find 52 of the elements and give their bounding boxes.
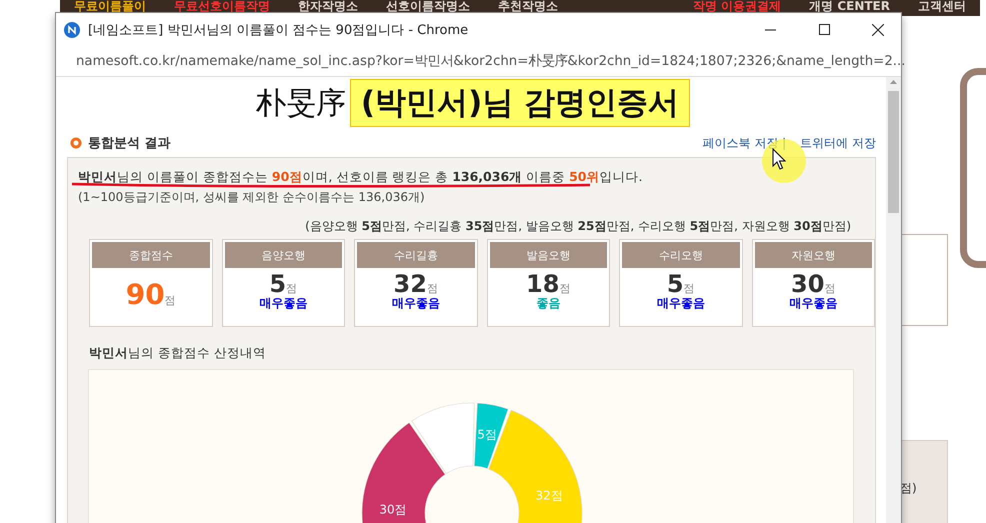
nav-link[interactable]: 개명 CENTER (795, 0, 904, 12)
mouse-cursor-icon (772, 148, 786, 170)
score-card-header: 수리오행 (622, 242, 740, 268)
summary-note: (1~100등급기준이며, 성씨를 제외한 순수이름수는 136,036개) (78, 190, 426, 204)
score-unit: 점 (684, 281, 695, 296)
score-value: 18 (526, 271, 560, 297)
score-unit: 점 (824, 281, 836, 296)
maximize-icon (818, 24, 830, 35)
score-unit: 점 (559, 281, 570, 296)
slice-label: 30점 (379, 502, 407, 517)
scroll-up-arrow-icon[interactable] (890, 80, 897, 84)
score-card-header: 종합점수 (92, 242, 210, 268)
hanja-name: 朴旻序 (256, 84, 346, 122)
score-grade: 좋음 (536, 297, 560, 310)
score-grade: 매우좋음 (392, 297, 440, 310)
slice-label: 5점 (477, 428, 497, 442)
nav-link[interactable]: 무료이름풀이 (60, 0, 160, 12)
score-card-header: 음양오행 (224, 242, 342, 268)
scrollbar[interactable] (886, 77, 901, 523)
nav-link[interactable]: 작명 이용권결제 (678, 0, 796, 12)
score-grade: 매우좋음 (656, 297, 705, 310)
score-unit: 점 (286, 281, 298, 296)
window-title: [네임소프트] 박민서님의 이름풀이 점수는 90점입니다 - Chrome (88, 22, 470, 38)
score-card-header: 수리길흉 (357, 242, 474, 268)
score-value: 5 (666, 271, 684, 297)
site-logo-icon (64, 22, 80, 38)
section-title: 통합분석 결과 (88, 135, 172, 152)
nav-link[interactable]: 무료선호이름작명 (160, 0, 284, 12)
certificate-title: (박민서)님 감명인증서 (350, 79, 690, 127)
score-unit: 점 (164, 293, 176, 308)
score-unit: 점 (426, 281, 438, 296)
close-icon (872, 24, 884, 36)
score-value: 5 (269, 271, 286, 297)
nav-link[interactable]: 한자작명소 (284, 0, 372, 12)
breakdown-title: 박민서님의 종합점수 산정내역 (89, 345, 267, 362)
slice-label: 32점 (536, 488, 563, 502)
summary-text: 박민서님의 이름풀이 종합점수는 90점이며, 선호이름 랭킹은 총 136,036개 이름중 50위입니다. (78, 169, 642, 184)
score-card-header: 발음오행 (490, 242, 607, 268)
score-value: 90 (126, 282, 165, 308)
score-value: 32 (394, 271, 427, 297)
scrollbar-thumb[interactable] (888, 91, 899, 213)
score-card-header: 자원오행 (754, 242, 872, 268)
max-score-note: (음양오행 5점만점, 수리길흉 35점만점, 발음오행 25점만점, 수리오행 5점만점, 자원오행 30점만점) (304, 218, 851, 235)
score-grade: 매우좋음 (259, 297, 308, 310)
bullet-icon (70, 137, 82, 149)
share-link[interactable]: 트위터에 저장 (800, 134, 876, 152)
background-text: 점) (900, 480, 917, 497)
score-grade: 매우좋음 (789, 297, 838, 310)
nav-link[interactable]: 고객센터 (904, 0, 980, 12)
nav-link[interactable]: 추천작명소 (484, 0, 572, 12)
score-value: 30 (791, 271, 824, 297)
nav-link[interactable]: 선호이름작명소 (372, 0, 484, 12)
